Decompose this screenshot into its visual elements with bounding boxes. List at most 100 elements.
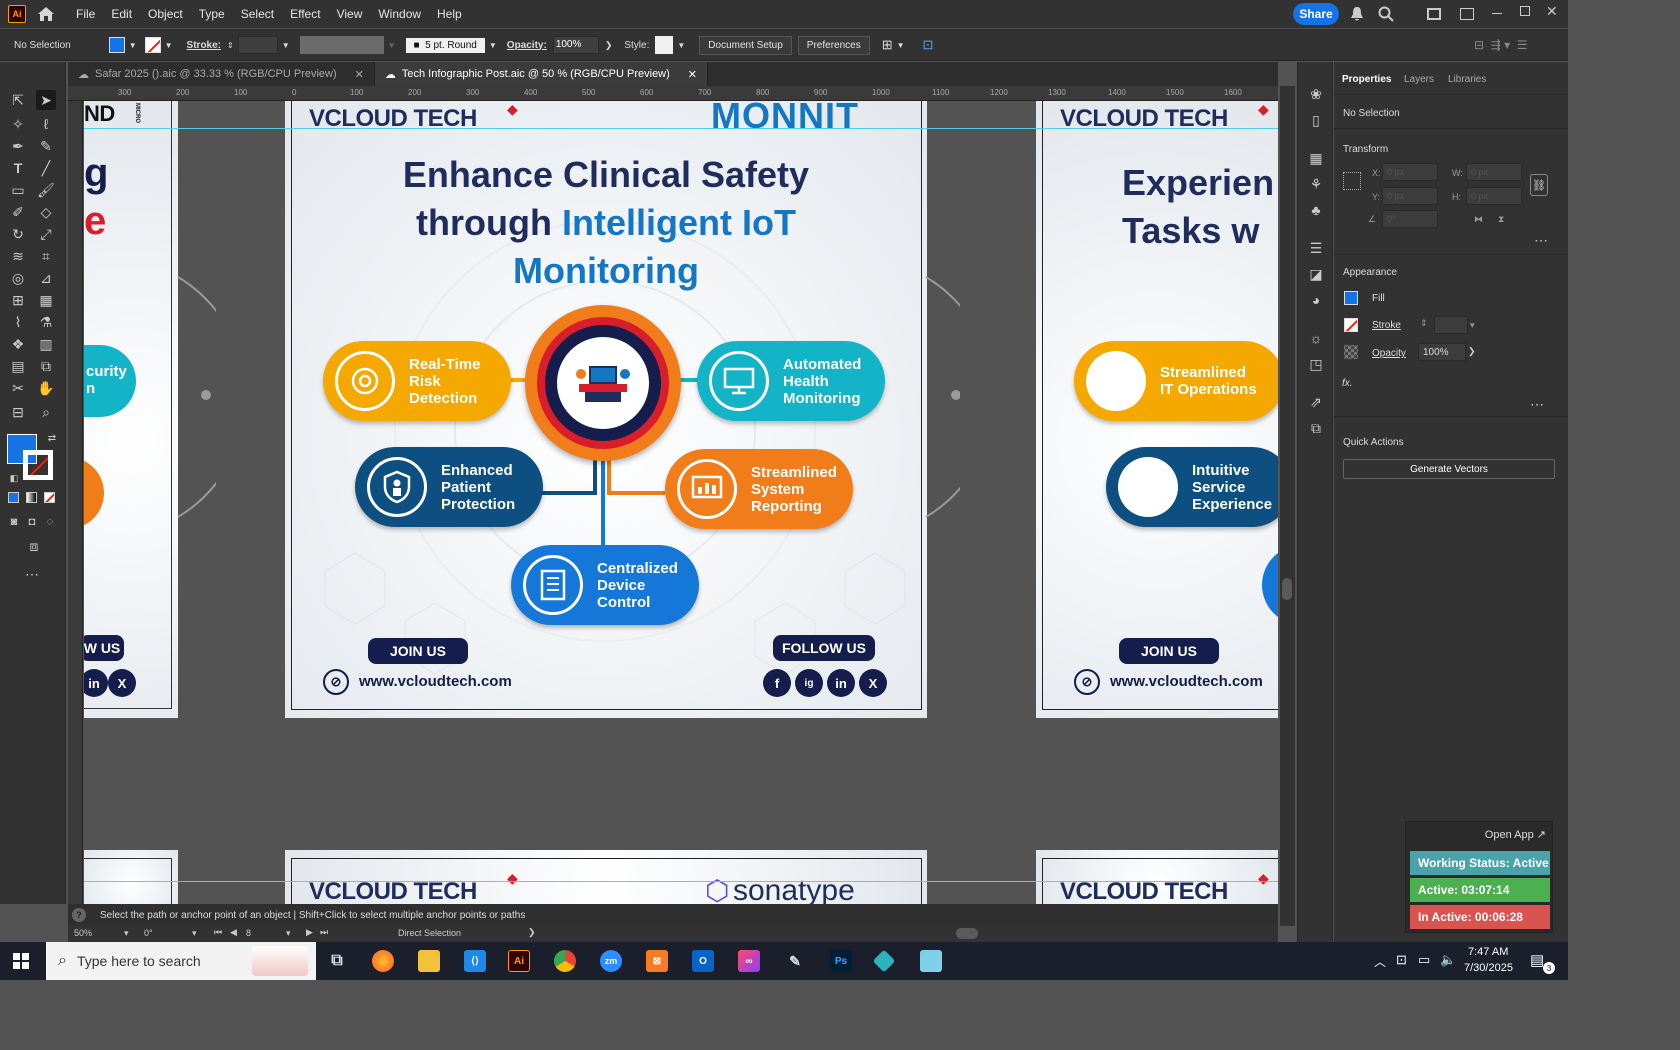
print-tiling-icon[interactable]: ⊟: [8, 402, 28, 422]
stroke-stepper[interactable]: ⇕: [227, 41, 234, 50]
free-transform-icon[interactable]: ⌗: [36, 246, 56, 266]
zoom-field[interactable]: 50%: [74, 928, 92, 938]
angle-input[interactable]: 0°: [1382, 210, 1438, 228]
illustrator-taskbar-icon[interactable]: Ai: [508, 950, 530, 972]
chevron-down-icon[interactable]: ▼: [897, 41, 905, 50]
symbol-sprayer-icon[interactable]: ❖: [8, 334, 28, 354]
artboard-left[interactable]: ND MICRO g e curity n W US in X: [84, 101, 178, 718]
tab-layers[interactable]: Layers: [1404, 74, 1434, 85]
file-explorer-icon[interactable]: [418, 950, 440, 972]
shaper-icon[interactable]: ✐: [8, 202, 28, 222]
xampp-icon[interactable]: ⊠: [646, 950, 668, 972]
photoshop-icon[interactable]: Ps: [830, 950, 852, 972]
notes-app-icon[interactable]: [920, 950, 942, 972]
pen-app-icon[interactable]: ✎: [784, 950, 806, 972]
tab-properties[interactable]: Properties: [1342, 74, 1391, 85]
line-tool-icon[interactable]: ╱: [36, 158, 56, 178]
column-graph-icon[interactable]: ▥: [36, 334, 56, 354]
pill-intuitive-service-experience[interactable]: Intuitive Service Experience: [1106, 447, 1278, 527]
rotate-icon[interactable]: ↻: [8, 224, 28, 244]
menu-type[interactable]: Type: [191, 7, 233, 21]
close-icon[interactable]: ✕: [355, 68, 364, 81]
menu-view[interactable]: View: [329, 7, 371, 21]
chevron-right-icon[interactable]: ❯: [528, 927, 536, 938]
y-input[interactable]: 0 px: [1382, 187, 1438, 205]
symbols-icon[interactable]: ♣: [1306, 200, 1326, 220]
artboard-number[interactable]: 8: [246, 928, 251, 938]
zoom-app-icon[interactable]: zm: [600, 950, 622, 972]
stroke-label[interactable]: Stroke: [1372, 320, 1401, 331]
blend-icon[interactable]: ⚗: [36, 312, 56, 332]
h-input[interactable]: 0 px: [1466, 187, 1522, 205]
opacity-input[interactable]: 100%: [1418, 343, 1466, 361]
pill-real-time-risk-detection[interactable]: Real-Time Risk Detection: [323, 341, 511, 421]
direct-selection-tool-icon[interactable]: ➤: [36, 90, 56, 110]
selection-tool-icon[interactable]: ⇱: [8, 90, 28, 110]
arrange-icons[interactable]: ⊟ ⇶ ▾ ☰: [1474, 38, 1528, 52]
clock-date[interactable]: 7/30/2025: [1464, 962, 1513, 974]
menu-effect[interactable]: Effect: [282, 7, 328, 21]
rectangle-tool-icon[interactable]: ▭: [8, 180, 28, 200]
gradient-icon[interactable]: ▦: [36, 290, 56, 310]
bar-graph-icon[interactable]: ▤: [8, 356, 28, 376]
artboard-bottom-right[interactable]: VCLOUD TECH ◆: [1036, 850, 1278, 904]
chevron-down-icon[interactable]: ▼: [489, 41, 497, 50]
creative-cloud-icon[interactable]: ∞: [738, 950, 760, 972]
menu-edit[interactable]: Edit: [103, 7, 140, 21]
document-setup-button[interactable]: Document Setup: [699, 35, 792, 55]
screen-mode-icon[interactable]: ⧈: [24, 536, 44, 556]
slice-icon[interactable]: ✂: [8, 378, 28, 398]
draw-mode-icon[interactable]: ◙: [4, 512, 24, 532]
brush-definition[interactable]: ■ 5 pt. Round: [405, 37, 485, 53]
fill-swatch[interactable]: [108, 37, 125, 53]
draw-behind-icon[interactable]: ◘: [22, 512, 42, 532]
isolate-icon[interactable]: ⊡: [923, 37, 934, 53]
vertical-scrollbar-track[interactable]: [1280, 86, 1295, 926]
fx-button[interactable]: fx.: [1342, 378, 1353, 389]
curvature-icon[interactable]: ✎: [36, 136, 56, 156]
chevron-down-icon[interactable]: ▼: [677, 41, 685, 50]
next-artboard-icon[interactable]: ▶: [306, 927, 313, 938]
artboard-bottom-main[interactable]: VCLOUD TECH ◆ ⬡ sonatype: [285, 850, 927, 904]
tab-libraries[interactable]: Libraries: [1448, 74, 1486, 85]
chevron-right-icon[interactable]: ❯: [605, 40, 613, 51]
chevron-down-icon[interactable]: ▾: [1470, 320, 1475, 331]
type-tool-icon[interactable]: T: [8, 158, 28, 178]
open-app-button[interactable]: Open App ↗: [1485, 828, 1546, 841]
workspace-icon[interactable]: [1427, 8, 1441, 20]
clock-time[interactable]: 7:47 AM: [1468, 946, 1508, 958]
taskbar-search[interactable]: ⌕ Type here to search: [46, 942, 316, 980]
color-mode-icon[interactable]: [8, 492, 19, 503]
draw-inside-icon[interactable]: ◌: [40, 512, 60, 532]
w-input[interactable]: 0 px: [1466, 163, 1522, 181]
chevron-right-icon[interactable]: ❯: [1468, 346, 1476, 357]
artboard-main[interactable]: VCLOUD TECH ◆ MONNIT Enhance Clinical Sa…: [285, 101, 927, 718]
constrain-icon[interactable]: ⛓: [1530, 174, 1548, 196]
lasso-icon[interactable]: ℓ: [36, 114, 56, 134]
style-swatch[interactable]: [655, 36, 674, 54]
stroke-swatch[interactable]: [144, 37, 161, 53]
swatches-icon[interactable]: ▦: [1306, 148, 1326, 168]
scale-icon[interactable]: ⤢: [36, 224, 56, 244]
last-artboard-icon[interactable]: ⏭: [320, 927, 328, 938]
guide-line[interactable]: [84, 128, 1278, 129]
brushes-icon[interactable]: ⚘: [1306, 174, 1326, 194]
opacity-label[interactable]: Opacity: [1372, 348, 1406, 359]
stroke-color-box[interactable]: [23, 450, 53, 480]
generate-vectors-button[interactable]: Generate Vectors: [1343, 459, 1555, 479]
restore-icon[interactable]: [1520, 6, 1530, 16]
perspective-icon[interactable]: ⊿: [36, 268, 56, 288]
document-icon[interactable]: ▯: [1306, 110, 1326, 130]
prev-artboard-icon[interactable]: ◀: [230, 927, 237, 938]
stroke-weight-input[interactable]: [237, 36, 278, 54]
eraser-icon[interactable]: ◇: [36, 202, 56, 222]
zoom-tool-icon[interactable]: ⌕: [36, 402, 56, 422]
pill-centralized-device-control[interactable]: Centralized Device Control: [511, 545, 699, 625]
menu-object[interactable]: Object: [140, 7, 191, 21]
app-diamond-icon[interactable]: [872, 949, 896, 973]
eyedropper-icon[interactable]: ⌇: [8, 312, 28, 332]
search-icon[interactable]: [1378, 6, 1394, 22]
pill-enhanced-patient-protection[interactable]: Enhanced Patient Protection: [355, 447, 543, 527]
gradient-mode-icon[interactable]: [26, 492, 37, 503]
first-artboard-icon[interactable]: ⏮: [214, 927, 222, 938]
